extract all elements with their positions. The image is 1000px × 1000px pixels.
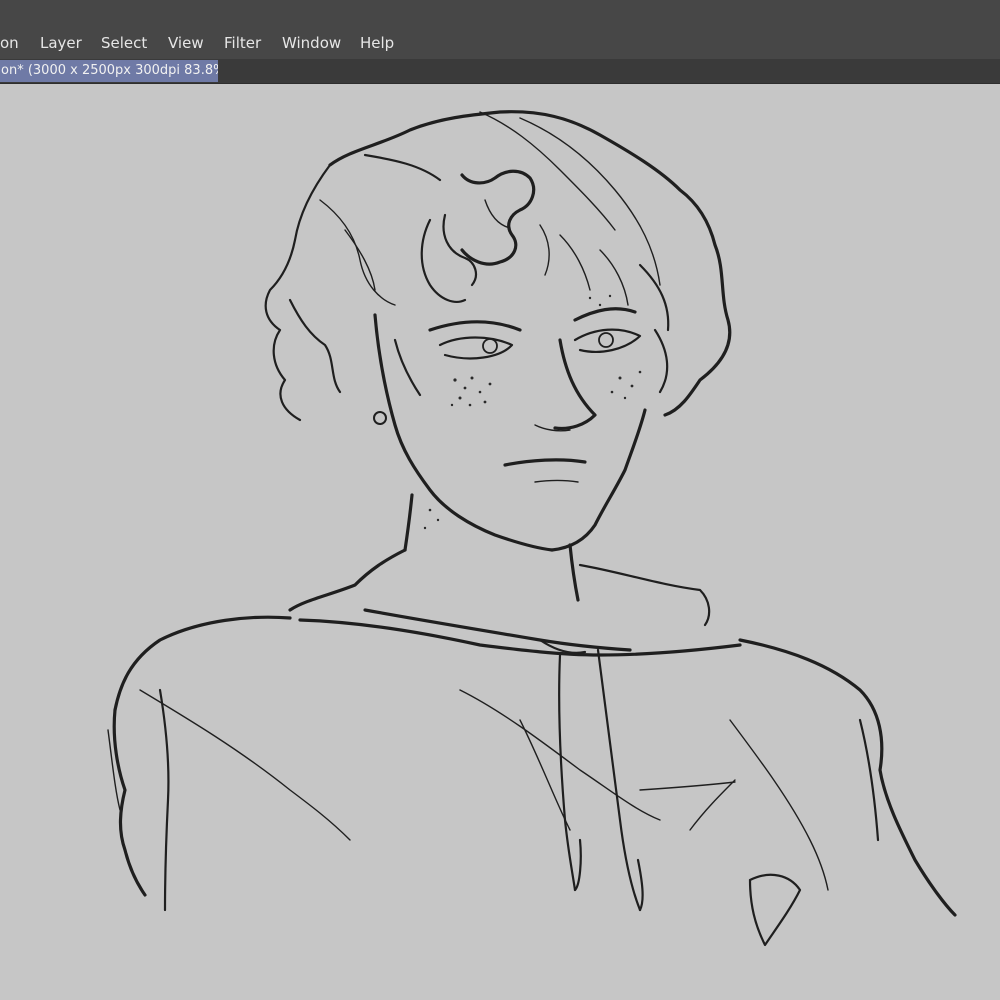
document-tab-bar: on* (3000 x 2500px 300dpi 83.8%) — [0, 59, 1000, 84]
menu-window[interactable]: Window — [282, 28, 341, 59]
menu-help[interactable]: Help — [360, 28, 394, 59]
document-tab[interactable]: on* (3000 x 2500px 300dpi 83.8%) — [0, 60, 218, 82]
menu-layer[interactable]: Layer — [40, 28, 82, 59]
menu-bar: on Layer Select View Filter Window Help — [0, 28, 1000, 59]
sketch-strokes — [107, 110, 957, 947]
sketch-artwork — [107, 110, 957, 947]
menu-select[interactable]: Select — [101, 28, 147, 59]
menu-selection-partial[interactable]: on — [0, 28, 19, 59]
menu-filter[interactable]: Filter — [224, 28, 261, 59]
drawing-canvas[interactable] — [0, 84, 1000, 1000]
menu-view[interactable]: View — [168, 28, 204, 59]
app-window: on Layer Select View Filter Window Help … — [0, 0, 1000, 1000]
title-bar — [0, 0, 1000, 28]
